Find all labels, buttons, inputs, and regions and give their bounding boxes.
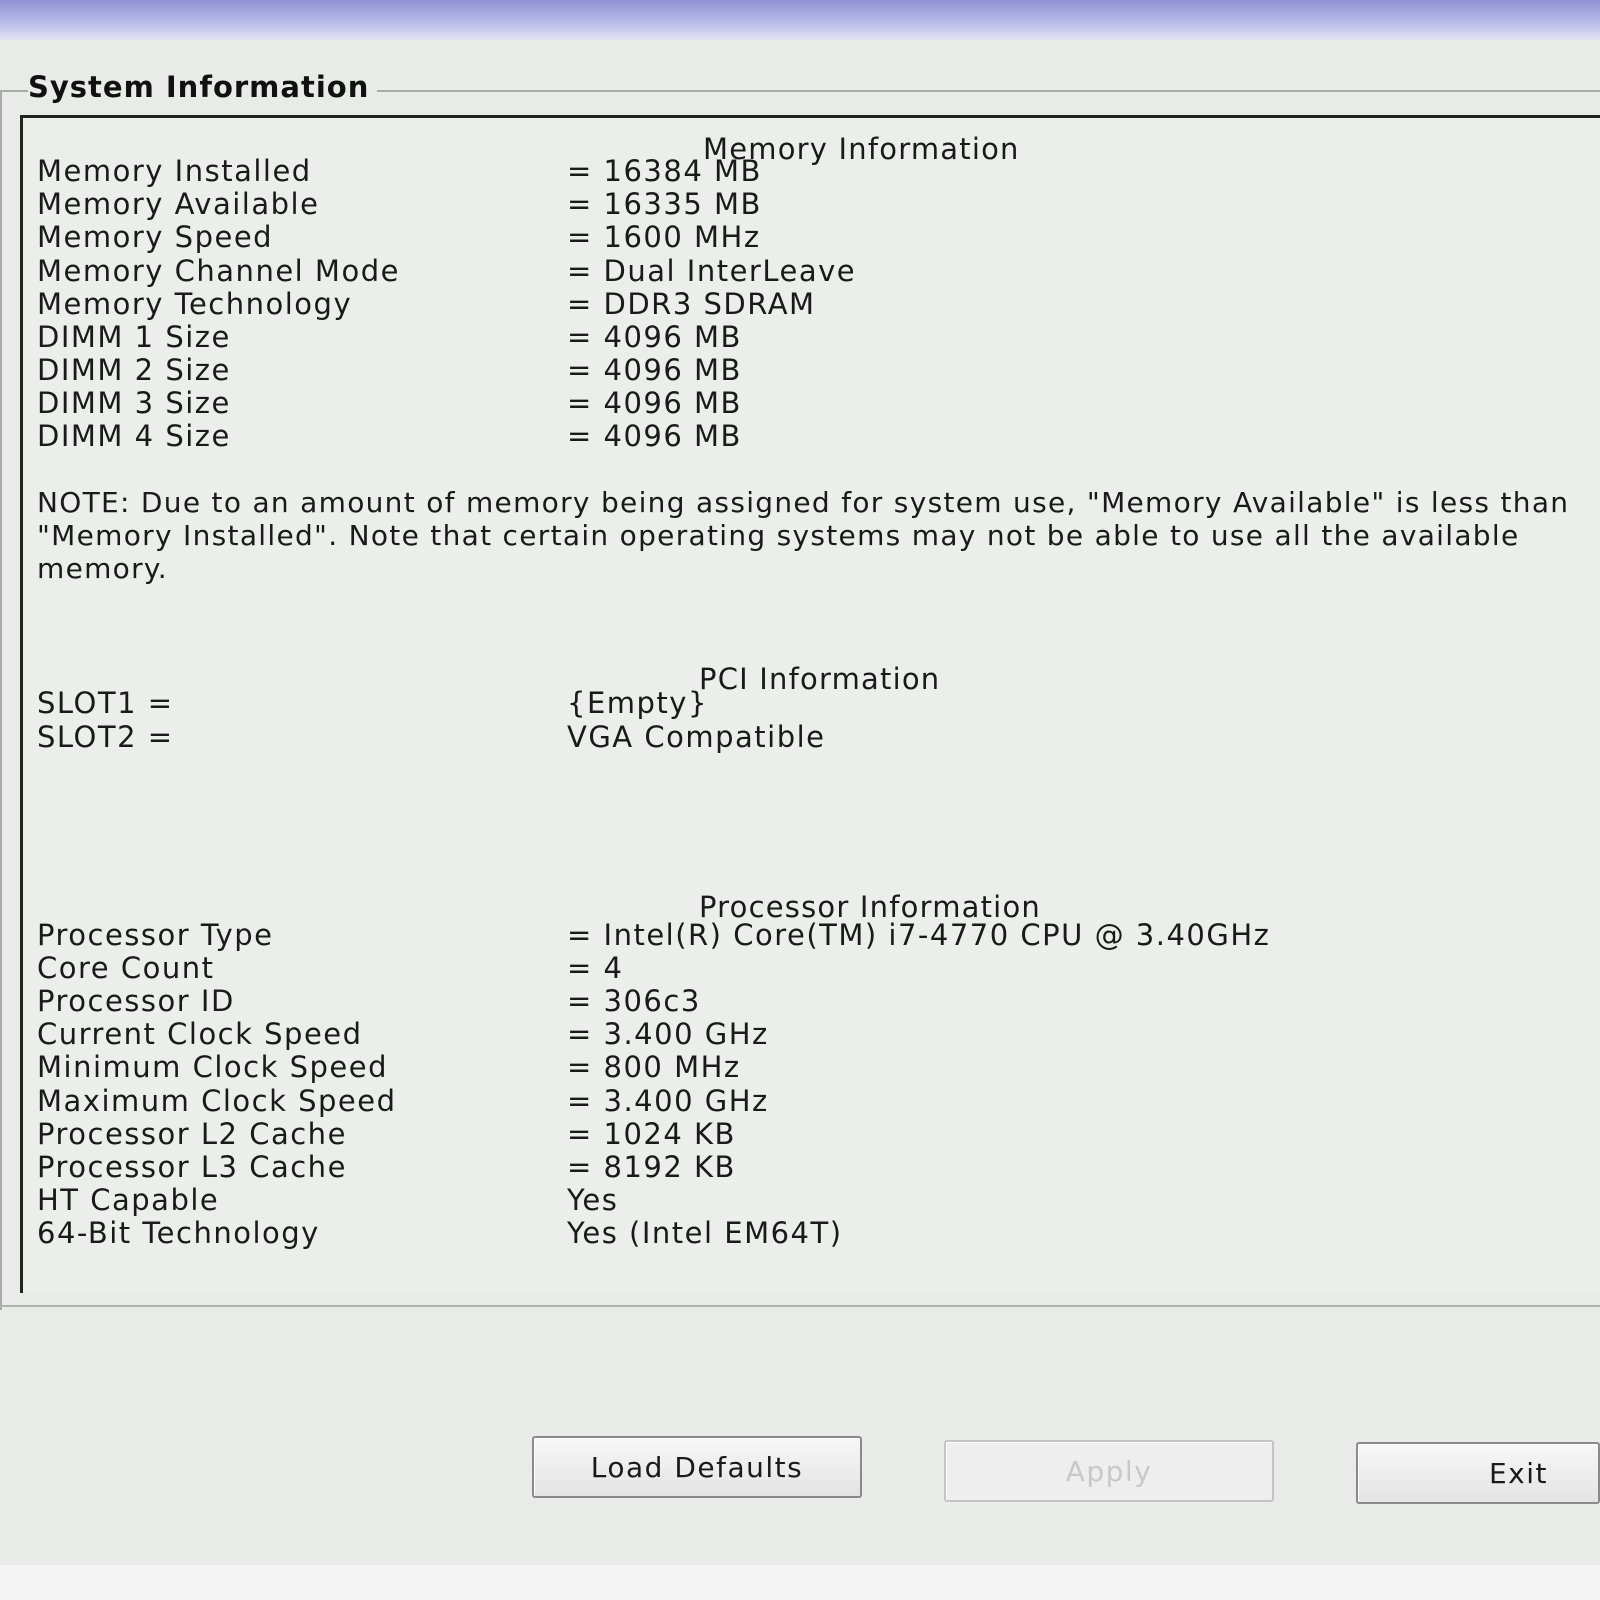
- processor-label: Core Count: [37, 951, 215, 985]
- load-defaults-button[interactable]: Load Defaults: [532, 1436, 862, 1498]
- memory-value: = 4096 MB: [567, 386, 742, 420]
- pci-slot-value: {Empty}: [567, 686, 708, 720]
- processor-value: = 3.400 GHz: [567, 1084, 769, 1118]
- processor-value: = 800 MHz: [567, 1050, 741, 1084]
- memory-value: = 1600 MHz: [567, 220, 761, 254]
- exit-button[interactable]: Exit: [1356, 1442, 1600, 1504]
- memory-label: DIMM 2 Size: [37, 353, 231, 387]
- panel-divider: [0, 1305, 1600, 1307]
- processor-label: Maximum Clock Speed: [37, 1084, 397, 1118]
- processor-label: Minimum Clock Speed: [37, 1050, 389, 1084]
- processor-value: = 1024 KB: [567, 1117, 736, 1151]
- processor-value: Yes: [567, 1183, 619, 1217]
- memory-value: = 4096 MB: [567, 353, 742, 387]
- screen-bottom-edge: [0, 1565, 1600, 1600]
- memory-value: = 4096 MB: [567, 320, 742, 354]
- system-information-panel[interactable]: Memory Information Memory Installed = 16…: [20, 115, 1600, 1293]
- apply-button[interactable]: Apply: [944, 1440, 1274, 1502]
- memory-label: DIMM 1 Size: [37, 320, 231, 354]
- processor-value: = Intel(R) Core(TM) i7-4770 CPU @ 3.40GH…: [567, 918, 1271, 952]
- group-title: System Information: [28, 70, 378, 104]
- memory-value: = DDR3 SDRAM: [567, 287, 816, 321]
- pci-slot-label: SLOT2 =: [37, 720, 174, 754]
- memory-value: = 16335 MB: [567, 187, 762, 221]
- pci-section-title: PCI Information: [699, 662, 941, 696]
- memory-label: Memory Available: [37, 187, 320, 221]
- processor-label: Processor ID: [37, 984, 235, 1018]
- processor-label: Processor Type: [37, 918, 274, 952]
- processor-value: = 306c3: [567, 984, 701, 1018]
- processor-value: = 3.400 GHz: [567, 1017, 769, 1051]
- processor-label: HT Capable: [37, 1183, 220, 1217]
- memory-label: Memory Technology: [37, 287, 353, 321]
- memory-note: NOTE: Due to an amount of memory being a…: [37, 486, 1570, 585]
- group-box-border-left: [0, 90, 2, 1310]
- memory-value: = Dual InterLeave: [567, 254, 857, 288]
- memory-label: DIMM 4 Size: [37, 419, 231, 453]
- window-title-bar: [0, 0, 1600, 40]
- pci-slot-label: SLOT1 =: [37, 686, 174, 720]
- memory-label: Memory Speed: [37, 220, 274, 254]
- memory-label: Memory Installed: [37, 154, 312, 188]
- processor-label: Processor L3 Cache: [37, 1150, 347, 1184]
- processor-label: 64-Bit Technology: [37, 1216, 320, 1250]
- processor-label: Processor L2 Cache: [37, 1117, 347, 1151]
- memory-value: = 16384 MB: [567, 154, 762, 188]
- memory-label: DIMM 3 Size: [37, 386, 231, 420]
- processor-value: = 8192 KB: [567, 1150, 736, 1184]
- processor-label: Current Clock Speed: [37, 1017, 363, 1051]
- memory-label: Memory Channel Mode: [37, 254, 400, 288]
- pci-slot-value: VGA Compatible: [567, 720, 826, 754]
- processor-value: Yes (Intel EM64T): [567, 1216, 843, 1250]
- processor-value: = 4: [567, 951, 624, 985]
- memory-value: = 4096 MB: [567, 419, 742, 453]
